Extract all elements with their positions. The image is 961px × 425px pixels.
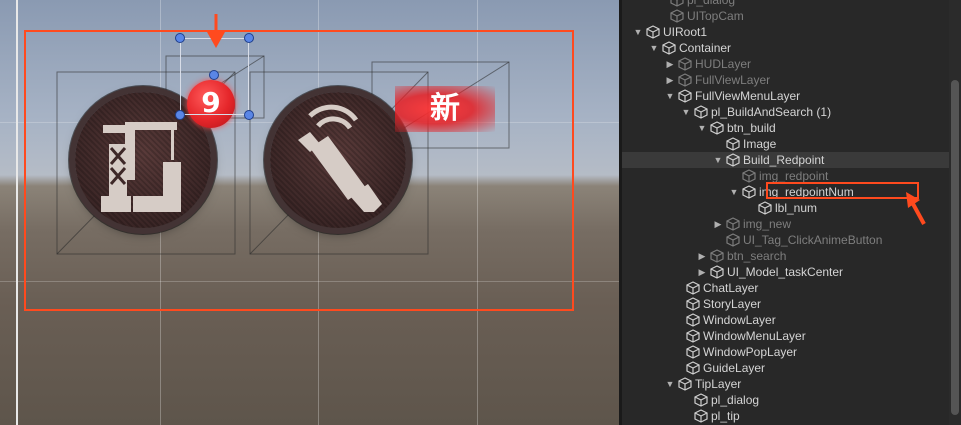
hierarchy-row[interactable]: lbl_num (622, 200, 949, 216)
collapse-arrow-icon[interactable]: ▶ (713, 218, 723, 230)
gameobject-icon (686, 281, 700, 295)
expand-arrow-icon[interactable]: ▼ (729, 186, 739, 198)
hierarchy-row[interactable]: pl_dialog (622, 392, 949, 408)
hierarchy-row[interactable]: pl_dialog (622, 0, 949, 8)
collapse-arrow-icon[interactable]: ▶ (665, 58, 675, 70)
gameobject-icon (662, 41, 676, 55)
hierarchy-row[interactable]: ▶ UI_Model_taskCenter (622, 264, 949, 280)
gameobject-icon (686, 313, 700, 327)
hierarchy-row[interactable]: ▼ Build_Redpoint (622, 152, 949, 168)
hierarchy-label: UI_Model_taskCenter (727, 265, 844, 279)
hierarchy-row[interactable]: StoryLayer (622, 296, 949, 312)
hierarchy-label: WindowPopLayer (703, 345, 798, 359)
hierarchy-label: img_new (743, 217, 792, 231)
hierarchy-row[interactable]: ▼ Container (622, 40, 949, 56)
gameobject-icon (726, 137, 740, 151)
collapse-arrow-icon[interactable]: ▶ (697, 250, 707, 262)
hierarchy-label: Container (679, 41, 732, 55)
hierarchy-row[interactable]: ▶ img_new (622, 216, 949, 232)
gameobject-icon (686, 361, 700, 375)
expand-arrow-icon[interactable]: ▼ (681, 106, 691, 118)
hierarchy-label: FullViewLayer (695, 73, 771, 87)
hierarchy-row[interactable]: UITopCam (622, 8, 949, 24)
gameobject-icon (726, 153, 740, 167)
gameobject-icon (678, 89, 692, 103)
gameobject-icon (686, 345, 700, 359)
gameobject-icon (710, 121, 724, 135)
hierarchy-row[interactable]: ▼ pl_BuildAndSearch (1) (622, 104, 949, 120)
gameobject-icon (686, 329, 700, 343)
hierarchy-label: WindowLayer (703, 313, 776, 327)
hierarchy-row[interactable]: ▶ HUDLayer (622, 56, 949, 72)
hierarchy-label: StoryLayer (703, 297, 762, 311)
expand-arrow-icon[interactable]: ▼ (633, 26, 643, 38)
hierarchy-label: GuideLayer (703, 361, 766, 375)
hierarchy-row[interactable]: WindowPopLayer (622, 344, 949, 360)
gameobject-icon (710, 265, 724, 279)
gameobject-icon (726, 217, 740, 231)
hierarchy-row[interactable]: pl_tip (622, 408, 949, 424)
hierarchy-label: pl_BuildAndSearch (1) (711, 105, 832, 119)
hierarchy-row[interactable]: ▶ FullViewLayer (622, 72, 949, 88)
hierarchy-label: Image (743, 137, 777, 151)
hierarchy-label: FullViewMenuLayer (695, 89, 801, 103)
gameobject-icon (678, 377, 692, 391)
hierarchy-row[interactable]: ▼ FullViewMenuLayer (622, 88, 949, 104)
hierarchy-label: ChatLayer (703, 281, 759, 295)
hierarchy-row[interactable]: GuideLayer (622, 360, 949, 376)
hierarchy-row[interactable]: ▼ TipLayer (622, 376, 949, 392)
scene-view[interactable]: 新 9 (0, 0, 621, 425)
gameobject-icon (742, 185, 756, 199)
gameobject-icon (678, 57, 692, 71)
gameobject-icon (686, 297, 700, 311)
gameobject-icon (726, 233, 740, 247)
hierarchy-label: pl_dialog (711, 393, 760, 407)
collapse-arrow-icon[interactable]: ▶ (697, 266, 707, 278)
hierarchy-label: WindowMenuLayer (703, 329, 806, 343)
hierarchy-label: UITopCam (687, 9, 744, 23)
gameobject-icon (670, 9, 684, 23)
hierarchy-label: pl_dialog (687, 0, 736, 7)
hierarchy-panel[interactable]: pl_dialog UITopCam ▼ UIRoot1 ▼ Container ▶ HUDL… (622, 0, 961, 425)
expand-arrow-icon[interactable]: ▼ (665, 90, 675, 102)
gameobject-icon (678, 73, 692, 87)
hierarchy-label: UIRoot1 (663, 25, 708, 39)
expand-arrow-icon[interactable]: ▼ (665, 378, 675, 390)
gameobject-icon (758, 201, 772, 215)
collapse-arrow-icon[interactable]: ▶ (665, 74, 675, 86)
hierarchy-row[interactable]: Image (622, 136, 949, 152)
hierarchy-label: UI_Tag_ClickAnimeButton (743, 233, 883, 247)
hierarchy-row[interactable]: WindowMenuLayer (622, 328, 949, 344)
down-arrow-annotation (207, 14, 225, 48)
scrollbar-thumb[interactable] (951, 80, 959, 415)
expand-arrow-icon[interactable]: ▼ (697, 122, 707, 134)
hierarchy-row[interactable]: WindowLayer (622, 312, 949, 328)
gameobject-icon (694, 393, 708, 407)
gameobject-icon (646, 25, 660, 39)
hierarchy-label: lbl_num (775, 201, 818, 215)
hierarchy-label: btn_build (727, 121, 776, 135)
hierarchy-label: Build_Redpoint (743, 153, 825, 167)
highlight-box (24, 30, 574, 311)
hierarchy-label: TipLayer (695, 377, 742, 391)
gameobject-icon (710, 249, 724, 263)
gameobject-icon (742, 169, 756, 183)
hierarchy-label: pl_tip (711, 409, 740, 423)
gameobject-icon (694, 105, 708, 119)
gameobject-icon (670, 0, 684, 7)
gameobject-icon (694, 409, 708, 423)
hierarchy-label: HUDLayer (695, 57, 752, 71)
hierarchy-row[interactable]: ▼ btn_build (622, 120, 949, 136)
hierarchy-row[interactable]: ▶ btn_search (622, 248, 949, 264)
hierarchy-row[interactable]: UI_Tag_ClickAnimeButton (622, 232, 949, 248)
hierarchy-row[interactable]: ▼ UIRoot1 (622, 24, 949, 40)
hierarchy-label: btn_search (727, 249, 787, 263)
scrollbar[interactable] (949, 0, 961, 425)
expand-arrow-icon[interactable]: ▼ (649, 42, 659, 54)
expand-arrow-icon[interactable]: ▼ (713, 154, 723, 166)
hierarchy-row[interactable]: ChatLayer (622, 280, 949, 296)
pointer-arrow-annotation (906, 192, 926, 225)
highlight-box-hierarchy (766, 182, 919, 199)
